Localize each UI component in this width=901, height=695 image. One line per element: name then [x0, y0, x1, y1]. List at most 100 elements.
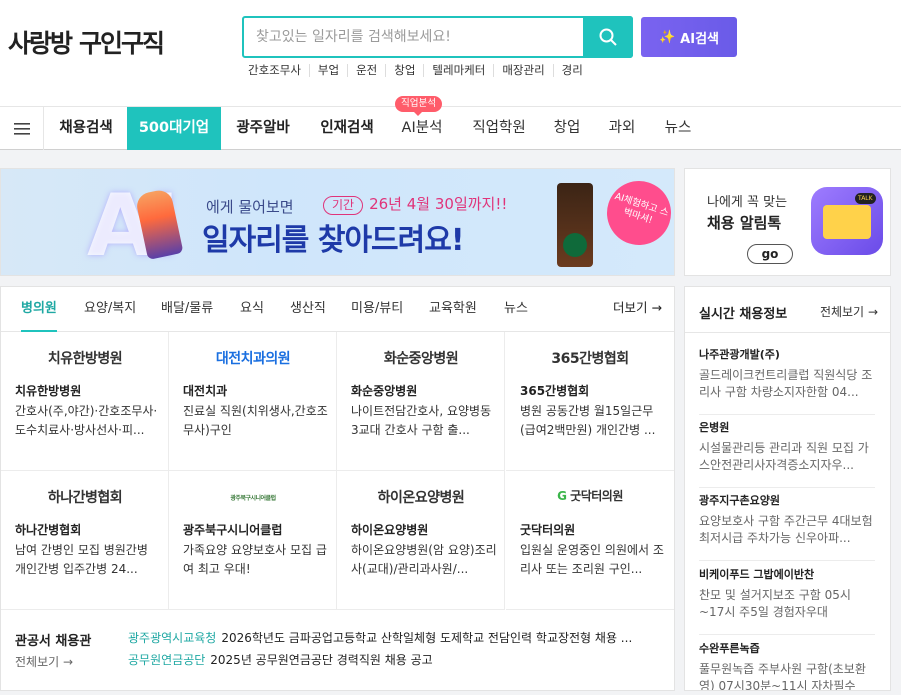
- ai-search-label: AI검색: [680, 31, 719, 47]
- divider: [685, 332, 890, 333]
- nav-gwangju-alba[interactable]: 광주알바: [233, 107, 293, 150]
- company-name: 화순중앙병원: [351, 384, 418, 398]
- more-label: 더보기: [613, 300, 648, 315]
- company-logo-text: 굿닥터의원: [570, 489, 623, 503]
- tab-hospital[interactable]: 병의원: [21, 287, 57, 332]
- alimtalk-ad[interactable]: 나에게 꼭 맞는 채용 알림톡 go: [684, 168, 891, 276]
- coffee-cup-image: [557, 183, 593, 267]
- public-view-all-label: 전체보기: [15, 655, 60, 669]
- realtime-view-all[interactable]: 전체보기 →: [820, 303, 878, 320]
- job-card[interactable]: 대전치과의원 대전치과 진료실 직원(치위생사,간호조무사)구인: [169, 332, 337, 471]
- period-tag: 기간: [323, 196, 364, 215]
- job-card[interactable]: 하이온요양병원 하이온요양병원 하이온요양병원(암 요양)조리사(교대)/관리과…: [337, 471, 505, 610]
- company-name: 하나간병협회: [15, 523, 82, 537]
- banner-line1: 에게 물어보면: [206, 198, 294, 216]
- realtime-job-item[interactable]: 비케이푸드 그밥에이반찬 찬모 및 설거지보조 구함 05시~17시 주5일 경…: [699, 566, 875, 635]
- job-description: 하이온요양병원(암 요양)조리사(교대)/관리과사원/...: [351, 543, 497, 576]
- divider: [699, 414, 875, 415]
- g-logo-icon: G: [557, 489, 567, 503]
- site-logo[interactable]: 사랑방 구인구직: [8, 24, 165, 60]
- arrow-right-icon: →: [651, 300, 662, 315]
- job-card[interactable]: 광주북구시니어클럽 광주북구시니어클럽 가족요양 요양보호사 모집 급여 최고 …: [169, 471, 337, 610]
- category-tabs: 병의원 요양/복지 배달/물류 요식 생산직 미용/뷰티 교육학원 뉴스 더보기…: [1, 287, 674, 332]
- nav-news[interactable]: 뉴스: [662, 107, 694, 150]
- banner-bubble: AI체험하고 스벅마셔!: [598, 172, 674, 254]
- envelope-icon: [811, 187, 883, 255]
- job-card[interactable]: 하나간병협회 하나간병협회 남여 간병인 모집 병원간병 개인간병 입주간병 2…: [1, 471, 169, 610]
- realtime-company: 광주지구촌요양원: [699, 494, 780, 507]
- public-job-row[interactable]: 광주광역시교육청 2026학년도 금파공업고등학교 산학일체형 도제학교 전담인력…: [128, 629, 658, 646]
- tab-education[interactable]: 교육학원: [429, 287, 477, 332]
- job-description: 병원 공동간병 월15일근무(급여2백만원) 개인간병 ...: [520, 404, 656, 437]
- job-card[interactable]: 화순중앙병원 화순중앙병원 나이트전담간호사, 요양병동 3교대 간호사 구함 …: [337, 332, 505, 471]
- nav-startup[interactable]: 창업: [551, 107, 583, 150]
- public-job-title: 2026학년도 금파공업고등학교 산학일체형 도제학교 전담인력 학교장전형 채…: [221, 631, 633, 645]
- job-card[interactable]: 치유한방병원 치유한방병원 간호사(주,야간)·간호조무사·도수치료사·방사선사…: [1, 332, 169, 471]
- company-logo: 하이온요양병원: [377, 490, 465, 506]
- tab-care[interactable]: 요양/복지: [84, 287, 136, 332]
- public-view-all[interactable]: 전체보기 →: [15, 653, 73, 670]
- nav-job-search[interactable]: 채용검색: [56, 107, 116, 150]
- public-job-row[interactable]: 공무원연금공단 2025년 공무원연금공단 경력직원 채용 공고: [128, 651, 658, 668]
- company-name: 굿닥터의원: [520, 523, 576, 537]
- realtime-desc: 골드레이크컨트리클럽 직원식당 조리사 구함 차량소지자한함 04...: [699, 368, 873, 399]
- more-link[interactable]: 더보기 →: [613, 287, 662, 329]
- realtime-company: 비케이푸드 그밥에이반찬: [699, 568, 815, 581]
- realtime-job-item[interactable]: 은병원 시설물관리등 관리과 직원 모집 가스안전관리사자격증소지자우...: [699, 419, 875, 488]
- nav-tutoring[interactable]: 과외: [606, 107, 638, 150]
- go-button[interactable]: go: [747, 244, 793, 264]
- category-panel: 병의원 요양/복지 배달/물류 요식 생산직 미용/뷰티 교육학원 뉴스 더보기…: [0, 286, 675, 691]
- search-bar: [242, 16, 633, 58]
- realtime-job-item[interactable]: 나주관광개발(주) 골드레이크컨트리클럽 직원식당 조리사 구함 차량소지자한함…: [699, 346, 875, 415]
- job-description: 남여 간병인 모집 병원간병 개인간병 입주간병 24...: [15, 543, 148, 576]
- realtime-job-item[interactable]: 수완푸른녹즙 풀무원녹즙 주부사원 구함(초보환영) 07시30분~11시 자차…: [699, 640, 875, 690]
- realtime-view-all-label: 전체보기: [819, 305, 865, 319]
- menu-button[interactable]: [0, 107, 44, 150]
- job-card[interactable]: G 굿닥터의원 굿닥터의원 입원실 운영중인 의원에서 조리사 또는 조리원 구…: [506, 471, 674, 610]
- ai-banner[interactable]: AI 에게 물어보면 일자리를 찾아드려요! 기간 26년 4월 30일까지!! …: [0, 168, 675, 276]
- keyword-link[interactable]: 부업: [308, 64, 347, 77]
- search-input[interactable]: [256, 18, 576, 56]
- main-nav: 채용검색 500대기업 광주알바 인재검색 AI분석 직업분석 직업학원 창업 …: [0, 96, 901, 150]
- tab-news[interactable]: 뉴스: [504, 287, 528, 332]
- realtime-company: 은병원: [699, 421, 730, 434]
- nav-top500[interactable]: 500대기업: [127, 107, 221, 150]
- tab-food[interactable]: 요식: [240, 287, 264, 332]
- keyword-link[interactable]: 운전: [347, 64, 385, 77]
- realtime-job-item[interactable]: 광주지구촌요양원 요양보호사 구함 주간근무 4대보험 최저시급 주차가능 신우…: [699, 492, 875, 561]
- header: 사랑방구인구직 ✨ AI검색 간호조무사 부업 운전 창업 텔레마케터 매장관리…: [0, 0, 901, 106]
- job-description: 나이트전담간호사, 요양병동 3교대 간호사 구함 출...: [351, 404, 492, 437]
- divider: [699, 487, 875, 488]
- company-name: 대전치과: [183, 384, 228, 398]
- hamburger-icon: [13, 122, 30, 135]
- keyword-link[interactable]: 경리: [552, 64, 591, 77]
- public-job-title: 2025년 공무원연금공단 경력직원 채용 공고: [210, 653, 433, 667]
- ad-line2: 채용 알림톡: [707, 214, 782, 232]
- nav-academy[interactable]: 직업학원: [469, 107, 529, 150]
- company-logo: 대전치과의원: [215, 351, 291, 367]
- job-card[interactable]: 365간병협회 365간병협회 병원 공동간병 월15일근무(급여2백만원) 개…: [506, 332, 674, 471]
- company-name: 광주북구시니어클럽: [183, 523, 283, 537]
- company-logo: 광주북구시니어클럽: [230, 495, 276, 502]
- ai-search-button[interactable]: ✨ AI검색: [641, 17, 737, 57]
- company-name: 치유한방병원: [15, 384, 82, 398]
- nav-talent-search[interactable]: 인재검색: [317, 107, 377, 150]
- public-org: 광주광역시교육청: [128, 631, 217, 645]
- popular-keywords: 간호조무사 부업 운전 창업 텔레마케터 매장관리 경리: [248, 64, 591, 77]
- arrow-right-icon: →: [867, 305, 878, 319]
- keyword-link[interactable]: 매장관리: [493, 64, 552, 77]
- logo-subtitle: 구인구직: [79, 29, 165, 58]
- arrow-right-icon: →: [63, 655, 74, 669]
- keyword-link[interactable]: 간호조무사: [248, 64, 309, 77]
- realtime-desc: 시설물관리등 관리과 직원 모집 가스안전관리사자격증소지자우...: [699, 441, 869, 472]
- nav-badge: 직업분석: [395, 96, 442, 116]
- tab-beauty[interactable]: 미용/뷰티: [351, 287, 403, 332]
- realtime-jobs-panel: 실시간 채용정보 전체보기 → 나주관광개발(주) 골드레이크컨트리클럽 직원식…: [684, 286, 891, 691]
- keyword-link[interactable]: 텔레마케터: [423, 64, 493, 77]
- keyword-link[interactable]: 창업: [385, 64, 423, 77]
- period-text: 26년 4월 30일까지!!: [369, 195, 508, 213]
- tab-production[interactable]: 생산직: [290, 287, 326, 332]
- search-button[interactable]: [583, 16, 633, 58]
- tab-delivery[interactable]: 배달/물류: [161, 287, 213, 332]
- banner-headline: 일자리를 찾아드려요!: [202, 223, 465, 258]
